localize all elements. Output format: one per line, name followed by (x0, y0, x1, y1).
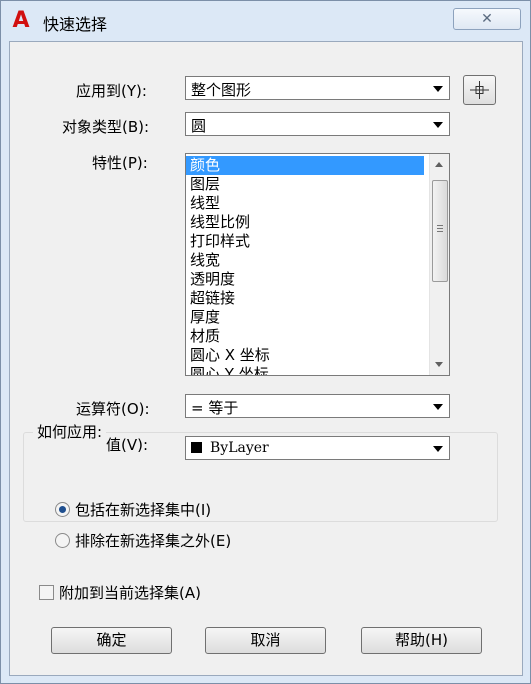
radio-exclude[interactable]: 排除在新选择集之外(E) (55, 530, 231, 551)
grip-icon (437, 225, 443, 226)
object-type-value: 圆 (191, 117, 207, 135)
radio-include[interactable]: 包括在新选择集中(I) (55, 499, 211, 520)
chevron-down-icon (433, 86, 443, 92)
checkbox-icon[interactable] (39, 585, 54, 600)
list-item[interactable]: 线宽 (186, 251, 424, 270)
scroll-up-icon[interactable] (435, 162, 443, 167)
append-label: 附加到当前选择集(A) (59, 584, 201, 602)
apply-to-value: 整个图形 (191, 81, 252, 99)
radio-include-label: 包括在新选择集中(I) (75, 501, 212, 519)
list-item[interactable]: 颜色 (186, 156, 424, 175)
object-type-dropdown[interactable]: 圆 (185, 112, 450, 136)
scroll-thumb[interactable] (432, 180, 448, 282)
properties-label: 特性(P): (92, 154, 148, 172)
close-button[interactable]: ✕ (453, 8, 521, 30)
list-item[interactable]: 线型 (186, 194, 424, 213)
select-objects-button[interactable] (463, 75, 496, 105)
object-type-label: 对象类型(B): (62, 118, 150, 136)
chevron-down-icon (433, 404, 443, 410)
quick-select-dialog: A 快速选择 ✕ 应用到(Y): 整个图形 对象类型(B): 圆 特性(P): … (0, 0, 531, 684)
chevron-down-icon (433, 122, 443, 128)
list-item[interactable]: 透明度 (186, 270, 424, 289)
dialog-body: 应用到(Y): 整个图形 对象类型(B): 圆 特性(P): 颜色 图层 线型 线型比… (9, 41, 523, 676)
append-checkbox[interactable]: 附加到当前选择集(A) (39, 582, 201, 603)
scroll-down-icon[interactable] (435, 362, 443, 367)
crosshair-icon (470, 81, 489, 99)
list-item[interactable]: 线型比例 (186, 213, 424, 232)
properties-list: 颜色 图层 线型 线型比例 打印样式 线宽 透明度 超链接 厚度 材质 圆心 X 坐标 圆心 Y 坐标 (186, 156, 424, 375)
help-button[interactable]: 帮助(H) (361, 627, 482, 654)
list-item[interactable]: 材质 (186, 327, 424, 346)
how-to-apply-title: 如何应用: (33, 421, 107, 442)
list-item[interactable]: 厚度 (186, 308, 424, 327)
autocad-icon: A (12, 8, 30, 33)
cancel-button[interactable]: 取消 (205, 627, 326, 654)
operator-value: = 等于 (191, 399, 239, 417)
list-item[interactable]: 打印样式 (186, 232, 424, 251)
properties-scrollbar[interactable] (429, 154, 449, 375)
radio-unchecked-icon[interactable] (55, 533, 70, 548)
title-bar[interactable]: A 快速选择 ✕ (1, 1, 530, 41)
list-item[interactable]: 圆心 X 坐标 (186, 346, 424, 365)
list-item[interactable]: 图层 (186, 175, 424, 194)
list-item[interactable]: 超链接 (186, 289, 424, 308)
operator-label: 运算符(O): (76, 400, 150, 418)
radio-exclude-label: 排除在新选择集之外(E) (75, 532, 232, 550)
apply-to-dropdown[interactable]: 整个图形 (185, 76, 450, 100)
properties-listbox[interactable]: 颜色 图层 线型 线型比例 打印样式 线宽 透明度 超链接 厚度 材质 圆心 X 坐标 圆心 Y 坐标 (185, 153, 450, 376)
list-item[interactable]: 圆心 Y 坐标 (186, 365, 424, 375)
apply-to-label: 应用到(Y): (76, 82, 147, 100)
radio-checked-icon[interactable] (55, 502, 70, 517)
operator-dropdown[interactable]: = 等于 (185, 394, 450, 418)
dialog-title: 快速选择 (43, 15, 108, 34)
ok-button[interactable]: 确定 (51, 627, 172, 654)
